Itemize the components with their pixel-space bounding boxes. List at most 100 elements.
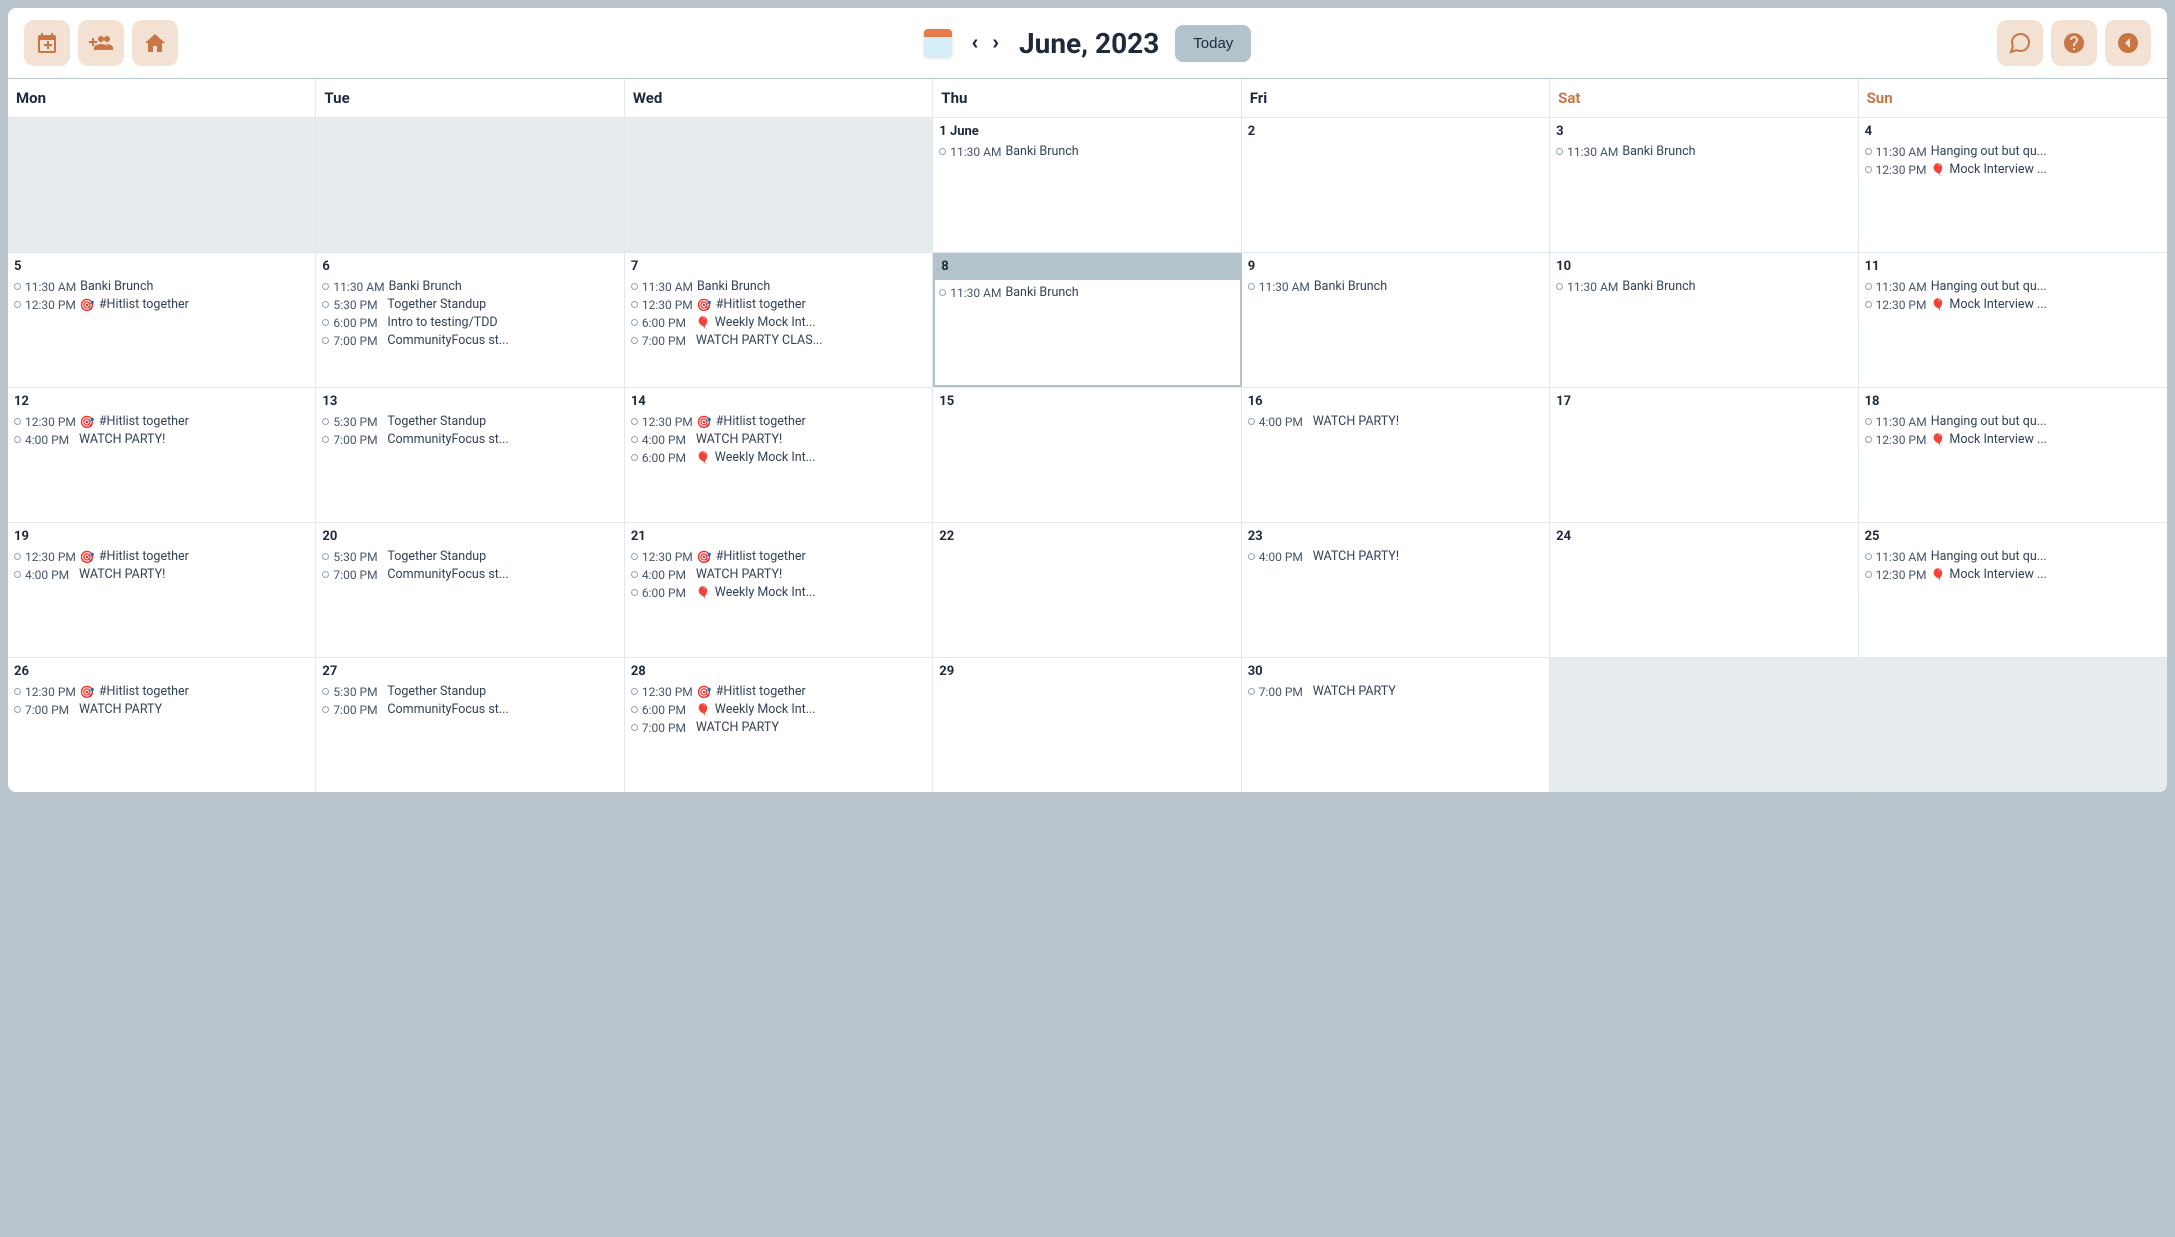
- day-cell[interactable]: 1212:30 PM🎯#Hitlist together4:00 PMWATCH…: [8, 388, 316, 522]
- week-row: 511:30 AMBanki Brunch12:30 PM🎯#Hitlist t…: [8, 252, 2167, 387]
- day-cell[interactable]: 2: [1242, 118, 1550, 252]
- event-item[interactable]: 12:30 PM🎯#Hitlist together: [631, 548, 926, 565]
- day-cell[interactable]: 511:30 AMBanki Brunch12:30 PM🎯#Hitlist t…: [8, 253, 316, 387]
- home-button[interactable]: [132, 20, 178, 66]
- event-item[interactable]: 12:30 PM🎯#Hitlist together: [14, 548, 309, 565]
- day-cell[interactable]: 15: [933, 388, 1241, 522]
- day-cell[interactable]: 20 5:30 PMTogether Standup7:00 PMCommunit…: [316, 523, 624, 657]
- event-item[interactable]: 5:30 PMTogether Standup: [322, 548, 617, 565]
- day-cell[interactable]: 411:30 AMHanging out but qu...12:30 PM🎈M…: [1859, 118, 2167, 252]
- event-item[interactable]: 11:30 AMBanki Brunch: [631, 278, 926, 295]
- day-cell[interactable]: 611:30 AMBanki Brunch5:30 PMTogether Sta…: [316, 253, 624, 387]
- chat-button[interactable]: [1997, 20, 2043, 66]
- event-item[interactable]: 11:30 AMHanging out but qu...: [1865, 278, 2161, 295]
- day-number: 3: [1556, 124, 1851, 139]
- day-cell[interactable]: 1111:30 AMHanging out but qu...12:30 PM🎈…: [1859, 253, 2167, 387]
- day-cell[interactable]: 275:30 PMTogether Standup7:00 PMCommunit…: [316, 658, 624, 792]
- event-item[interactable]: 11:30 AMBanki Brunch: [939, 143, 1234, 160]
- event-item[interactable]: 4:00 PMWATCH PARTY!: [14, 431, 309, 448]
- events-list: 12:30 PM🎯#Hitlist together7:00 PMWATCH P…: [14, 683, 309, 718]
- day-cell[interactable]: 2511:30 AMHanging out but qu...12:30 PM🎈…: [1859, 523, 2167, 657]
- day-cell[interactable]: 307:00 PMWATCH PARTY: [1242, 658, 1550, 792]
- event-item[interactable]: 6:00 PM🎈Weekly Mock Int...: [631, 701, 926, 718]
- event-item[interactable]: 11:30 AMBanki Brunch: [1556, 143, 1851, 160]
- event-item[interactable]: 11:30 AMHanging out but qu...: [1865, 413, 2161, 430]
- event-item[interactable]: 12:30 PM🎯#Hitlist together: [631, 413, 926, 430]
- event-time: 6:00 PM: [642, 703, 692, 717]
- next-month-button[interactable]: ›: [988, 28, 1003, 59]
- day-cell[interactable]: 1 June11:30 AMBanki Brunch: [933, 118, 1241, 252]
- event-item[interactable]: 7:00 PMWATCH PARTY: [14, 701, 309, 718]
- event-item[interactable]: 5:30 PMTogether Standup: [322, 683, 617, 700]
- back-button[interactable]: [2105, 20, 2151, 66]
- event-item[interactable]: 12:30 PM🎯#Hitlist together: [14, 413, 309, 430]
- event-item[interactable]: 7:00 PMWATCH PARTY CLAS...: [631, 332, 926, 349]
- event-item[interactable]: 7:00 PMWATCH PARTY: [1248, 683, 1543, 700]
- today-button[interactable]: Today: [1175, 25, 1251, 62]
- event-item[interactable]: 12:30 PM🎯#Hitlist together: [631, 683, 926, 700]
- event-item[interactable]: 11:30 AMBanki Brunch: [14, 278, 309, 295]
- event-item[interactable]: 12:30 PM🎈Mock Interview ...: [1865, 296, 2161, 313]
- event-item[interactable]: 7:00 PMCommunityFocus st...: [322, 431, 617, 448]
- event-item[interactable]: 6:00 PM🎈Weekly Mock Int...: [631, 449, 926, 466]
- day-cell[interactable]: 17: [1550, 388, 1858, 522]
- event-item[interactable]: 11:30 AMBanki Brunch: [1556, 278, 1851, 295]
- day-cell[interactable]: 29: [933, 658, 1241, 792]
- event-item[interactable]: 7:00 PMCommunityFocus st...: [322, 332, 617, 349]
- day-number: 9: [1248, 259, 1543, 274]
- event-item[interactable]: 6:00 PM🎈Weekly Mock Int...: [631, 584, 926, 601]
- event-item[interactable]: 12:30 PM🎈Mock Interview ...: [1865, 566, 2161, 583]
- day-cell[interactable]: 135:30 PMTogether Standup7:00 PMCommunit…: [316, 388, 624, 522]
- event-item[interactable]: 4:00 PMWATCH PARTY!: [631, 566, 926, 583]
- event-item[interactable]: 7:00 PMWATCH PARTY: [631, 719, 926, 736]
- prev-month-button[interactable]: ‹: [968, 28, 983, 59]
- event-item[interactable]: 5:30 PMTogether Standup: [322, 296, 617, 313]
- day-number: 22: [939, 529, 1234, 544]
- event-emoji-icon: 🎯: [697, 685, 712, 699]
- event-item[interactable]: 4:00 PMWATCH PARTY!: [1248, 413, 1543, 430]
- event-item[interactable]: 6:00 PM🎈Weekly Mock Int...: [631, 314, 926, 331]
- day-cell[interactable]: 22: [933, 523, 1241, 657]
- day-cell[interactable]: 811:30 AMBanki Brunch: [933, 253, 1241, 387]
- day-cell[interactable]: 10 11:30 AMBanki Brunch: [1550, 253, 1858, 387]
- event-item[interactable]: 7:00 PMCommunityFocus st...: [322, 566, 617, 583]
- day-cell[interactable]: 164:00 PMWATCH PARTY!: [1242, 388, 1550, 522]
- event-title: #Hitlist together: [716, 549, 806, 564]
- day-cell[interactable]: 1912:30 PM🎯#Hitlist together4:00 PMWATCH…: [8, 523, 316, 657]
- day-cell[interactable]: 24: [1550, 523, 1858, 657]
- day-cell[interactable]: 3 11:30 AMBanki Brunch: [1550, 118, 1858, 252]
- day-cell[interactable]: 234:00 PMWATCH PARTY!: [1242, 523, 1550, 657]
- event-item[interactable]: 11:30 AMHanging out but qu...: [1865, 548, 2161, 565]
- day-cell[interactable]: 2812:30 PM🎯#Hitlist together6:00 PM🎈Week…: [625, 658, 933, 792]
- day-cell[interactable]: 1412:30 PM🎯#Hitlist together4:00 PMWATCH…: [625, 388, 933, 522]
- help-button[interactable]: [2051, 20, 2097, 66]
- day-cell[interactable]: 711:30 AMBanki Brunch12:30 PM🎯#Hitlist t…: [625, 253, 933, 387]
- day-header: Thu: [933, 79, 1241, 117]
- event-item[interactable]: 12:30 PM🎈Mock Interview ...: [1865, 431, 2161, 448]
- event-title: WATCH PARTY: [79, 702, 162, 717]
- add-people-button[interactable]: [78, 20, 124, 66]
- event-item[interactable]: 4:00 PMWATCH PARTY!: [1248, 548, 1543, 565]
- day-cell[interactable]: 2112:30 PM🎯#Hitlist together4:00 PMWATCH…: [625, 523, 933, 657]
- event-title: CommunityFocus st...: [387, 432, 508, 447]
- event-item[interactable]: 4:00 PMWATCH PARTY!: [14, 566, 309, 583]
- event-item[interactable]: 11:30 AMBanki Brunch: [322, 278, 617, 295]
- day-cell[interactable]: 2612:30 PM🎯#Hitlist together7:00 PMWATCH…: [8, 658, 316, 792]
- event-item[interactable]: 11:30 AMHanging out but qu...: [1865, 143, 2161, 160]
- event-item[interactable]: 12:30 PM🎯#Hitlist together: [14, 683, 309, 700]
- event-item[interactable]: 5:30 PMTogether Standup: [322, 413, 617, 430]
- add-event-button[interactable]: [24, 20, 70, 66]
- day-cell[interactable]: 9 11:30 AMBanki Brunch: [1242, 253, 1550, 387]
- event-item[interactable]: 12:30 PM🎯#Hitlist together: [631, 296, 926, 313]
- day-number: 10: [1556, 259, 1851, 274]
- event-item[interactable]: 12:30 PM🎈Mock Interview ...: [1865, 161, 2161, 178]
- event-item[interactable]: 4:00 PMWATCH PARTY!: [631, 431, 926, 448]
- event-item[interactable]: 12:30 PM🎯#Hitlist together: [14, 296, 309, 313]
- event-item[interactable]: 6:00 PMIntro to testing/TDD: [322, 314, 617, 331]
- event-item[interactable]: 11:30 AMBanki Brunch: [1248, 278, 1543, 295]
- event-item[interactable]: 7:00 PMCommunityFocus st...: [322, 701, 617, 718]
- event-time: 11:30 AM: [1876, 415, 1927, 429]
- day-cell[interactable]: 1811:30 AMHanging out but qu...12:30 PM🎈…: [1859, 388, 2167, 522]
- event-item[interactable]: 11:30 AMBanki Brunch: [939, 284, 1234, 301]
- day-number: 20: [322, 529, 617, 544]
